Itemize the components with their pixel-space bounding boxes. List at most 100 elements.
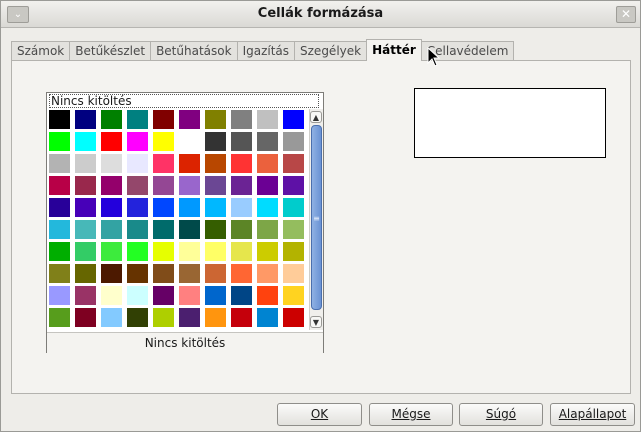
color-swatch[interactable]	[205, 154, 226, 173]
color-swatch[interactable]	[205, 286, 226, 305]
color-swatch[interactable]	[127, 264, 148, 283]
color-swatch[interactable]	[231, 154, 252, 173]
color-swatch[interactable]	[283, 308, 304, 327]
color-swatch[interactable]	[75, 132, 96, 151]
color-swatch[interactable]	[283, 242, 304, 261]
color-swatch[interactable]	[283, 176, 304, 195]
color-swatch[interactable]	[75, 286, 96, 305]
color-swatch[interactable]	[231, 176, 252, 195]
color-swatch[interactable]	[49, 154, 70, 173]
color-swatch[interactable]	[205, 132, 226, 151]
color-swatch[interactable]	[101, 286, 122, 305]
tab-betukeszlet[interactable]: Betűkészlet	[69, 41, 152, 61]
color-swatch[interactable]	[257, 176, 278, 195]
color-swatch[interactable]	[153, 198, 174, 217]
color-swatch[interactable]	[127, 198, 148, 217]
color-swatch[interactable]	[101, 154, 122, 173]
color-swatch[interactable]	[101, 308, 122, 327]
tab-igazitas[interactable]: Igazítás	[236, 41, 296, 61]
color-swatch[interactable]	[205, 308, 226, 327]
color-swatch[interactable]	[49, 132, 70, 151]
color-swatch[interactable]	[49, 110, 70, 129]
color-swatch[interactable]	[153, 308, 174, 327]
color-swatch[interactable]	[231, 220, 252, 239]
color-swatch[interactable]	[257, 110, 278, 129]
color-swatch[interactable]	[283, 132, 304, 151]
color-swatch[interactable]	[127, 220, 148, 239]
color-swatch[interactable]	[257, 132, 278, 151]
color-swatch[interactable]	[75, 198, 96, 217]
color-swatch[interactable]	[205, 242, 226, 261]
color-swatch[interactable]	[127, 242, 148, 261]
color-swatch[interactable]	[153, 110, 174, 129]
color-swatch[interactable]	[127, 154, 148, 173]
color-swatch[interactable]	[179, 154, 200, 173]
color-swatch[interactable]	[101, 220, 122, 239]
tab-szamok[interactable]: Számok	[11, 41, 71, 61]
color-swatch[interactable]	[257, 220, 278, 239]
ok-button[interactable]: OK	[277, 403, 362, 426]
color-swatch[interactable]	[179, 220, 200, 239]
color-swatch[interactable]	[101, 110, 122, 129]
color-swatch[interactable]	[101, 264, 122, 283]
color-swatch[interactable]	[153, 242, 174, 261]
color-swatch[interactable]	[231, 198, 252, 217]
tab-hatter[interactable]: Háttér	[366, 39, 422, 61]
color-swatch[interactable]	[127, 308, 148, 327]
vertical-scrollbar[interactable]: ▲ ≡ ▼	[309, 109, 323, 330]
color-list[interactable]: Nincs kitöltés ▲ ≡ ▼ Nincs kitöltés	[46, 92, 324, 353]
color-swatch[interactable]	[153, 286, 174, 305]
color-swatch[interactable]	[49, 242, 70, 261]
color-swatch[interactable]	[231, 264, 252, 283]
color-swatch[interactable]	[127, 110, 148, 129]
color-swatch[interactable]	[257, 308, 278, 327]
color-swatch[interactable]	[49, 308, 70, 327]
color-swatch[interactable]	[153, 132, 174, 151]
color-swatch[interactable]	[127, 132, 148, 151]
color-swatch[interactable]	[257, 198, 278, 217]
color-swatch[interactable]	[153, 154, 174, 173]
color-swatch[interactable]	[179, 286, 200, 305]
color-swatch[interactable]	[179, 176, 200, 195]
color-swatch[interactable]	[283, 286, 304, 305]
color-swatch[interactable]	[231, 242, 252, 261]
color-swatch[interactable]	[49, 264, 70, 283]
color-swatch[interactable]	[75, 220, 96, 239]
scroll-up-icon[interactable]: ▲	[310, 111, 322, 123]
color-swatch[interactable]	[127, 286, 148, 305]
color-swatch[interactable]	[49, 220, 70, 239]
color-swatch[interactable]	[205, 264, 226, 283]
color-swatch[interactable]	[153, 176, 174, 195]
cancel-button[interactable]: Mégse	[369, 403, 453, 426]
color-swatch[interactable]	[205, 176, 226, 195]
title-bar[interactable]: ⌄ Cellák formázása ✕	[1, 1, 640, 28]
color-swatch[interactable]	[231, 286, 252, 305]
color-swatch[interactable]	[179, 132, 200, 151]
color-swatch[interactable]	[49, 176, 70, 195]
color-swatch[interactable]	[283, 154, 304, 173]
color-swatch[interactable]	[257, 154, 278, 173]
color-swatch[interactable]	[75, 242, 96, 261]
close-button[interactable]: ✕	[616, 6, 636, 23]
color-swatch[interactable]	[179, 110, 200, 129]
color-swatch[interactable]	[283, 220, 304, 239]
color-swatch[interactable]	[153, 264, 174, 283]
color-swatch[interactable]	[49, 198, 70, 217]
color-swatch[interactable]	[101, 176, 122, 195]
color-swatch[interactable]	[231, 308, 252, 327]
color-swatch[interactable]	[257, 286, 278, 305]
color-swatch[interactable]	[179, 198, 200, 217]
color-swatch[interactable]	[127, 176, 148, 195]
scroll-down-icon[interactable]: ▼	[310, 316, 322, 328]
color-swatch[interactable]	[205, 220, 226, 239]
color-swatch[interactable]	[101, 132, 122, 151]
color-swatch[interactable]	[75, 176, 96, 195]
color-swatch[interactable]	[75, 308, 96, 327]
color-swatch[interactable]	[257, 264, 278, 283]
tab-szegelyek[interactable]: Szegélyek	[294, 41, 368, 61]
color-swatch[interactable]	[231, 132, 252, 151]
reset-button[interactable]: Alapállapot	[550, 403, 635, 426]
color-swatch[interactable]	[75, 264, 96, 283]
tab-betuhatasok[interactable]: Betűhatások	[150, 41, 238, 61]
color-swatch[interactable]	[75, 154, 96, 173]
